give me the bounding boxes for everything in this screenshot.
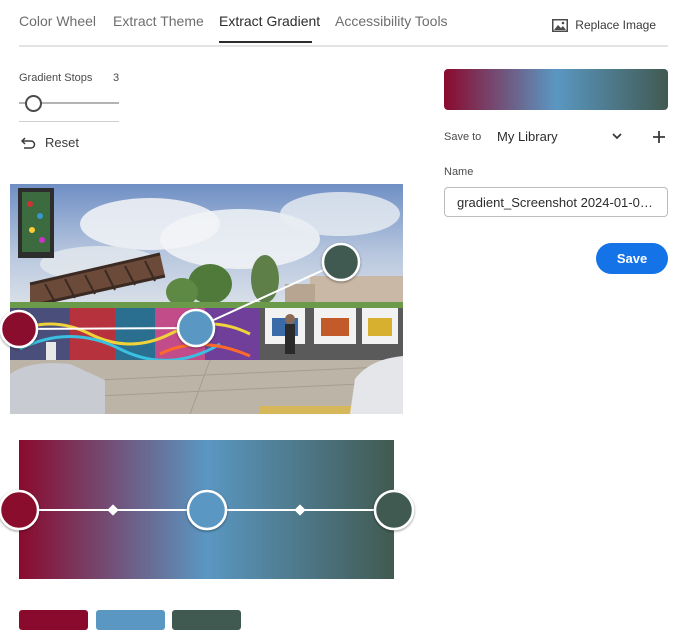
gradient-stop-handle-1[interactable] [0, 489, 40, 531]
name-label: Name [444, 166, 474, 178]
save-to-label: Save to [444, 131, 482, 143]
tab-accessibility-tools[interactable]: Accessibility Tools [335, 13, 448, 29]
add-library-button[interactable] [651, 129, 667, 145]
reset-button[interactable]: Reset [21, 135, 79, 150]
gradient-bar [19, 440, 394, 579]
chevron-down-icon [612, 133, 622, 140]
midpoint-handle-1[interactable] [107, 504, 119, 516]
divider [19, 121, 119, 122]
library-dropdown-value: My Library [497, 129, 558, 144]
save-button[interactable]: Save [596, 243, 668, 274]
gradient-name-input[interactable] [444, 187, 668, 217]
color-swatch-3[interactable] [172, 610, 241, 630]
tab-extract-theme[interactable]: Extract Theme [113, 13, 204, 29]
plus-icon [653, 131, 665, 143]
reset-label: Reset [45, 135, 79, 150]
replace-image-button[interactable]: Replace Image [552, 18, 656, 32]
undo-icon [21, 136, 36, 149]
gradient-stop-handle-3[interactable] [373, 489, 415, 531]
midpoint-handle-2[interactable] [294, 504, 306, 516]
tab-color-wheel[interactable]: Color Wheel [19, 13, 96, 29]
image-icon [552, 18, 569, 32]
gradient-stops-slider-handle[interactable] [25, 95, 42, 112]
source-image [10, 184, 403, 414]
replace-image-label: Replace Image [575, 18, 656, 32]
gradient-stops-value: 3 [113, 72, 120, 84]
tab-bar: Color Wheel Extract Theme Extract Gradie… [19, 0, 668, 47]
color-swatch-2[interactable] [96, 610, 165, 630]
library-dropdown[interactable]: My Library [497, 127, 627, 147]
gradient-stop-handle-2[interactable] [186, 489, 228, 531]
color-swatch-1[interactable] [19, 610, 88, 630]
gradient-stops-label: Gradient Stops [19, 72, 93, 84]
gradient-preview [444, 69, 668, 110]
tab-extract-gradient[interactable]: Extract Gradient [219, 13, 320, 29]
active-tab-indicator [219, 41, 312, 43]
